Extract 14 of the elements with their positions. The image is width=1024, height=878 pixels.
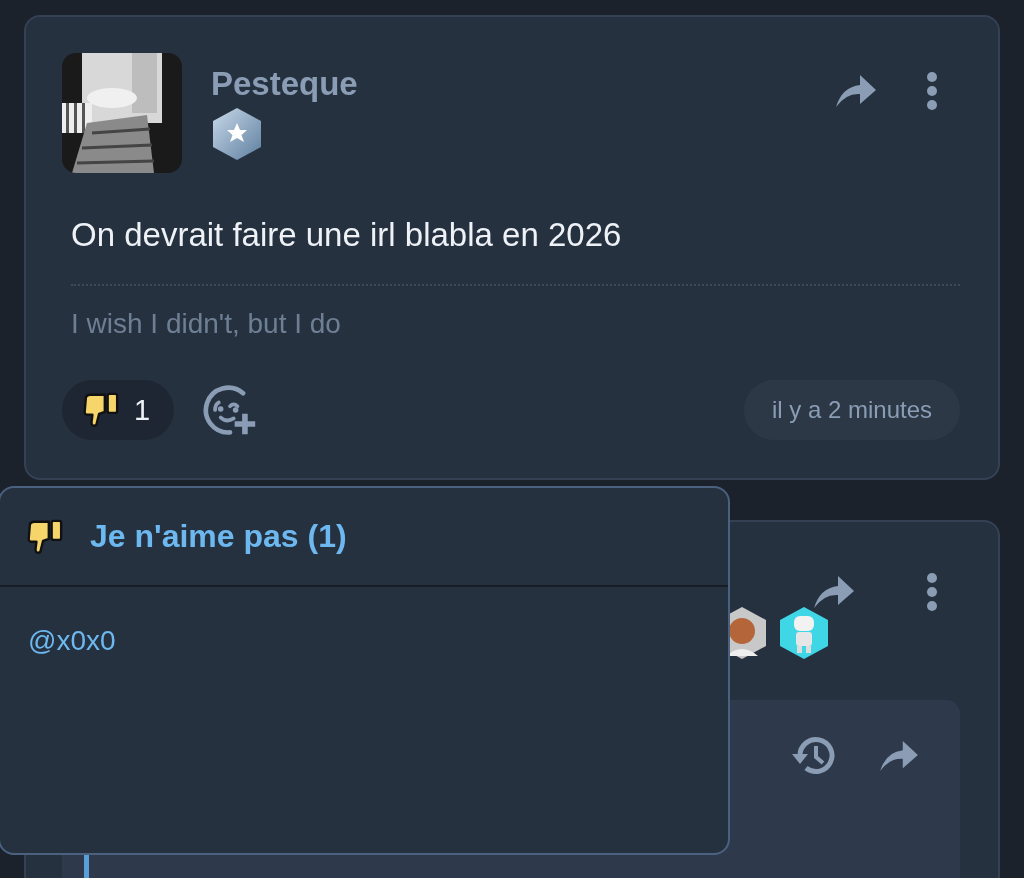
robot-badge-icon: [778, 606, 830, 660]
share-icon[interactable]: [878, 739, 920, 773]
author-name[interactable]: Pesteque: [211, 65, 358, 103]
post-subtitle: I wish I didn't, but I do: [71, 308, 342, 340]
thumbs-down-icon: [82, 391, 120, 429]
thumbs-down-icon: [26, 517, 64, 556]
reaction-button[interactable]: 1: [62, 380, 175, 440]
timestamp: il y a 2 minutes: [743, 380, 960, 440]
post-text: On devrait faire une irl blabla en 2026: [71, 216, 960, 286]
popup-title: Je n'aime pas (1): [90, 518, 347, 555]
user-link[interactable]: @x0x0: [28, 625, 116, 656]
star-badge-icon: [211, 107, 263, 161]
more-options-icon[interactable]: [926, 572, 938, 612]
more-options-icon[interactable]: [926, 71, 938, 111]
